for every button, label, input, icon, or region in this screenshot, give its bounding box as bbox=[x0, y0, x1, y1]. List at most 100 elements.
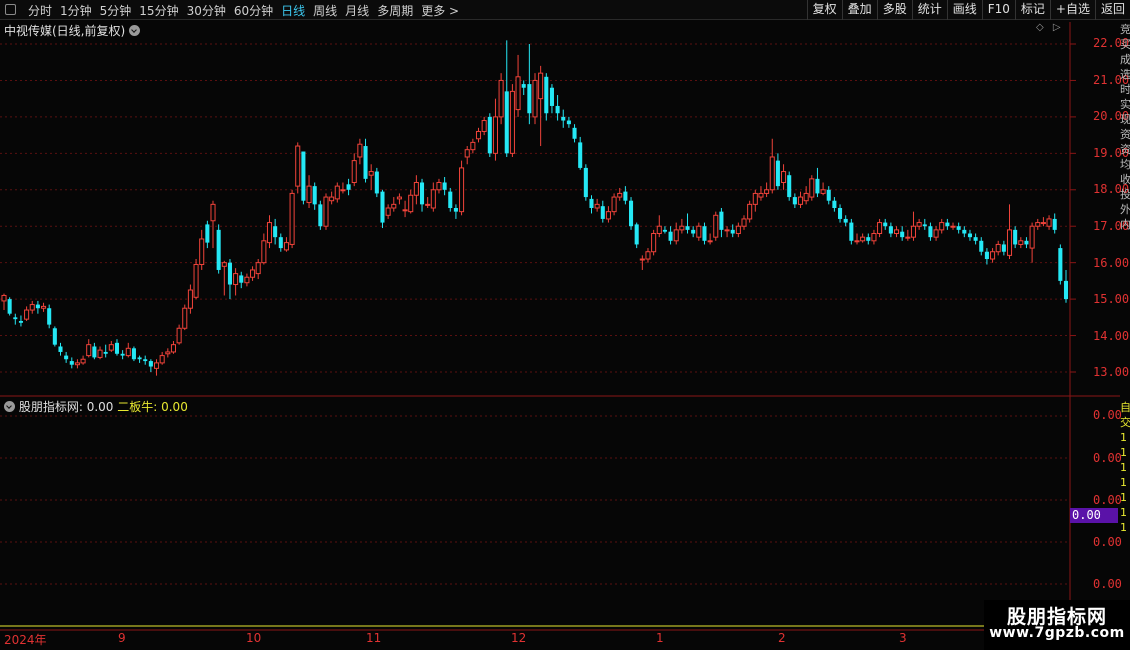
candle bbox=[148, 359, 153, 372]
candle-body bbox=[656, 225, 662, 235]
candle-body bbox=[815, 178, 820, 194]
candle-body bbox=[380, 191, 385, 223]
candle bbox=[306, 175, 312, 208]
candle bbox=[922, 218, 927, 230]
candle-body bbox=[668, 231, 673, 241]
candle-body bbox=[430, 189, 436, 209]
candle bbox=[86, 339, 92, 358]
candle-body bbox=[13, 317, 18, 320]
candle bbox=[18, 315, 23, 327]
candle bbox=[877, 218, 883, 238]
candle-body bbox=[775, 160, 780, 187]
candle bbox=[781, 164, 787, 190]
candle bbox=[838, 204, 843, 223]
candle bbox=[250, 266, 256, 281]
candle bbox=[413, 175, 419, 205]
watermark-url: www.7gpzb.com bbox=[989, 625, 1125, 641]
candle bbox=[600, 200, 605, 223]
candle-body bbox=[515, 76, 521, 111]
candle-body bbox=[713, 214, 719, 238]
candle bbox=[114, 339, 120, 356]
candle-body bbox=[1018, 240, 1024, 245]
candle bbox=[979, 237, 984, 256]
date-axis: 2024年 9 10 11 12 1 2 3 bbox=[0, 630, 1070, 650]
candle-body bbox=[346, 184, 351, 190]
candle bbox=[1006, 204, 1013, 260]
candle bbox=[792, 193, 797, 208]
candle-body bbox=[442, 182, 447, 190]
candle-body bbox=[973, 237, 978, 241]
candle bbox=[679, 218, 685, 234]
chevron-down-icon[interactable] bbox=[4, 401, 15, 412]
candle-body bbox=[329, 196, 335, 202]
candle-body bbox=[1063, 280, 1069, 300]
indicator-tick: 0.00 bbox=[1093, 493, 1122, 507]
price-axis-ticks bbox=[1070, 43, 1076, 373]
candle bbox=[605, 206, 611, 223]
candle bbox=[29, 300, 35, 314]
candle-body bbox=[74, 362, 80, 366]
candle bbox=[295, 142, 301, 194]
date-label: 3 bbox=[899, 631, 907, 645]
candle-body bbox=[549, 87, 554, 106]
candle-body bbox=[92, 346, 97, 358]
candle-body bbox=[719, 211, 724, 230]
stock-title[interactable]: 中视传媒(日线,前复权) bbox=[4, 22, 141, 39]
candle-body bbox=[357, 143, 363, 158]
candle-body bbox=[673, 229, 679, 242]
candle-body bbox=[250, 269, 256, 278]
indicator-title[interactable]: 股朋指标网: 0.00 二板牛: 0.00 bbox=[4, 398, 188, 415]
candle-body bbox=[396, 196, 402, 200]
candle-body bbox=[131, 348, 136, 360]
candle-body bbox=[385, 207, 391, 216]
candle bbox=[707, 233, 713, 245]
play-icon[interactable]: ▷ bbox=[1053, 22, 1061, 33]
candle-body bbox=[979, 240, 984, 252]
candle-body bbox=[578, 142, 583, 168]
indicator-series2: 二板牛: 0.00 bbox=[117, 400, 188, 414]
corner-icons: ◇ ▷ bbox=[1036, 22, 1061, 33]
candle-body bbox=[747, 203, 753, 220]
candle bbox=[854, 233, 860, 245]
candle-body bbox=[448, 191, 453, 208]
date-label: 2 bbox=[778, 631, 786, 645]
chevron-down-icon[interactable] bbox=[129, 25, 141, 36]
candle bbox=[289, 189, 295, 249]
candle-body bbox=[80, 358, 86, 364]
candle bbox=[374, 167, 379, 198]
candle-body bbox=[679, 225, 685, 231]
candle-body bbox=[860, 236, 866, 242]
candle bbox=[538, 65, 544, 147]
candle-body bbox=[995, 243, 1001, 253]
candlestick-chart[interactable] bbox=[0, 0, 1130, 650]
candle bbox=[475, 127, 482, 143]
candle bbox=[273, 218, 278, 245]
side-panel-text-top: 竞买成选时实现资资均收投外内 bbox=[1120, 23, 1130, 231]
candle bbox=[368, 164, 374, 190]
candle-body bbox=[41, 305, 47, 309]
candle-body bbox=[227, 262, 232, 285]
candle bbox=[108, 341, 114, 352]
candle-body bbox=[707, 240, 713, 243]
diamond-icon[interactable]: ◇ bbox=[1036, 22, 1044, 33]
candle-body bbox=[555, 105, 560, 114]
candle-body bbox=[843, 218, 848, 223]
candle bbox=[1018, 237, 1024, 249]
candle bbox=[120, 350, 125, 360]
candle-body bbox=[103, 351, 108, 354]
candle-body bbox=[820, 189, 826, 194]
candle-body bbox=[950, 225, 956, 228]
candle bbox=[803, 186, 809, 205]
candle-body bbox=[29, 304, 35, 311]
candle bbox=[233, 268, 239, 296]
candle bbox=[967, 229, 973, 241]
candle-body bbox=[572, 127, 577, 139]
candle-body bbox=[527, 84, 532, 114]
candle-body bbox=[114, 342, 120, 354]
candle-body bbox=[888, 226, 893, 234]
candle bbox=[1035, 218, 1041, 230]
candle-body bbox=[210, 203, 216, 222]
candle-body bbox=[283, 242, 289, 251]
candle bbox=[340, 182, 346, 194]
candle-body bbox=[900, 231, 905, 238]
